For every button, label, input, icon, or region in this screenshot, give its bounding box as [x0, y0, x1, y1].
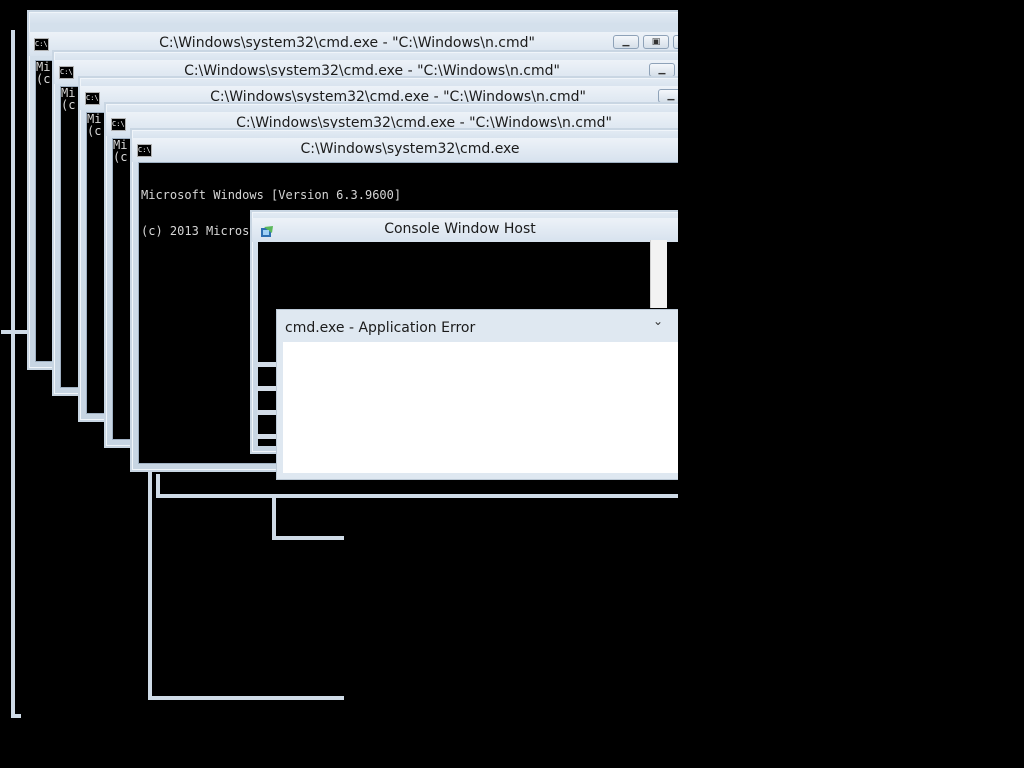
redraw-artifact [257, 410, 277, 415]
window-title: Console Window Host [384, 221, 536, 237]
dialog-title: cmd.exe - Application Error [285, 320, 476, 336]
redraw-artifact [11, 30, 21, 718]
redraw-artifact [257, 362, 277, 367]
console-line: Microsoft Windows [Version 6.3.9600] [141, 188, 402, 202]
redraw-artifact [257, 434, 277, 439]
scrollbar[interactable] [650, 240, 667, 308]
title-bar[interactable]: Console Window Host ▁ [252, 218, 678, 242]
minimize-button[interactable]: ▁ [649, 63, 675, 77]
desktop-area: C:\ C:\Windows\system32\cmd.exe - "C:\Wi… [0, 0, 678, 768]
close-button[interactable]: ✕ [673, 35, 678, 49]
window-title: C:\Windows\system32\cmd.exe [300, 141, 520, 157]
chevron-down-icon[interactable]: ⌄ [648, 314, 668, 332]
dialog-body [283, 342, 678, 473]
application-error-dialog[interactable]: cmd.exe - Application Error [276, 309, 678, 480]
minimize-button[interactable]: ▁ [613, 35, 639, 49]
restore-button[interactable]: ▣ [643, 35, 669, 49]
window-title: C:\Windows\system32\cmd.exe - "C:\Window… [159, 35, 535, 51]
redraw-artifact [257, 386, 277, 391]
minimize-button[interactable]: ▁ [658, 89, 678, 103]
title-bar[interactable]: C:\ C:\Windows\system32\cmd.exe [132, 138, 678, 162]
redraw-artifact [272, 498, 344, 540]
